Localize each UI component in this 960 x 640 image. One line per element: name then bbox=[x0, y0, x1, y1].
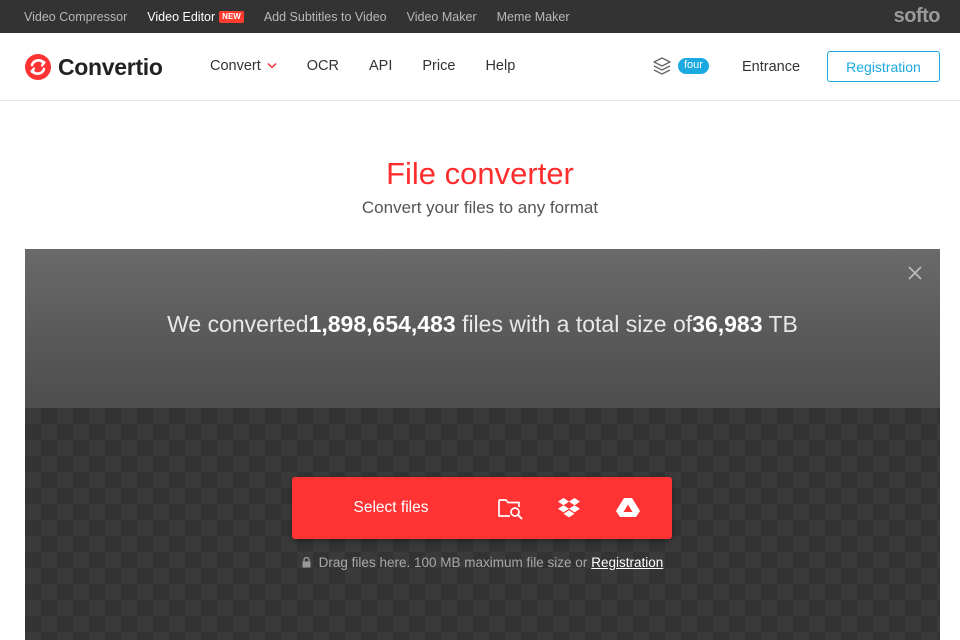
google-drive-icon[interactable] bbox=[615, 496, 641, 520]
total-size: 36,983 bbox=[692, 311, 763, 337]
folder-search-icon[interactable] bbox=[497, 496, 523, 520]
drag-note: Drag files here. 100 MB maximum file siz… bbox=[25, 555, 940, 570]
lock-icon bbox=[302, 557, 311, 568]
main-nav: Convert OCR API Price Help bbox=[210, 58, 545, 74]
converter-panel: We converted1,898,654,483 files with a t… bbox=[25, 249, 940, 640]
registration-link[interactable]: Registration bbox=[591, 555, 663, 570]
topbar-link-label: Video Editor bbox=[147, 9, 216, 24]
conversion-stats: We converted1,898,654,483 files with a t… bbox=[25, 311, 940, 338]
layers-icon[interactable] bbox=[652, 56, 672, 76]
registration-button[interactable]: Registration bbox=[827, 51, 940, 82]
nav-help[interactable]: Help bbox=[485, 58, 515, 74]
chevron-down-icon bbox=[267, 62, 277, 69]
dropbox-icon[interactable] bbox=[556, 496, 582, 520]
topbar-link-label: Add Subtitles to Video bbox=[263, 9, 387, 24]
logo-text: Convertio bbox=[58, 53, 163, 80]
nav-ocr[interactable]: OCR bbox=[307, 58, 339, 74]
convertio-logo-icon bbox=[25, 54, 51, 80]
page-subtitle: Convert your files to any format bbox=[361, 198, 599, 217]
close-icon[interactable] bbox=[907, 265, 923, 281]
topbar-link-label: Meme Maker bbox=[496, 9, 570, 24]
topbar-link-label: Video Compressor bbox=[24, 9, 128, 24]
size-unit: TB bbox=[762, 311, 798, 337]
softo-logo[interactable]: softo bbox=[894, 5, 941, 28]
softo-topbar: Video Compressor Video Editor NEW Add Sub… bbox=[0, 0, 960, 33]
select-files-bar: Select files bbox=[292, 477, 672, 539]
nav-label: Convert bbox=[210, 58, 261, 74]
topbar-link-video-compressor[interactable]: Video Compressor bbox=[24, 10, 127, 24]
files-count: 1,898,654,483 bbox=[308, 311, 456, 337]
nav-price[interactable]: Price bbox=[422, 58, 455, 74]
drag-note-text: Drag files here. 100 MB maximum file siz… bbox=[318, 555, 588, 570]
stats-prefix: We converted bbox=[167, 311, 309, 337]
layers-count-badge: four bbox=[678, 58, 709, 74]
convertio-logo[interactable]: Convertio bbox=[24, 53, 163, 81]
nav-convert[interactable]: Convert bbox=[210, 58, 277, 74]
topbar-link-label: Video Maker bbox=[406, 9, 477, 24]
site-header: Convertio Convert OCR API Price Help fou… bbox=[0, 33, 960, 101]
entrance-link[interactable]: Entrance bbox=[742, 59, 800, 75]
topbar-link-video-maker[interactable]: Video Maker bbox=[407, 10, 477, 24]
topbar-link-meme-maker[interactable]: Meme Maker bbox=[497, 10, 570, 24]
stats-middle: files with a total size of bbox=[455, 311, 693, 337]
new-badge: NEW bbox=[219, 10, 244, 23]
select-files-button[interactable]: Select files bbox=[292, 477, 490, 539]
topbar-link-add-subtitles[interactable]: Add Subtitles to Video bbox=[264, 10, 387, 24]
topbar-link-video-editor[interactable]: Video Editor NEW bbox=[147, 10, 244, 24]
nav-api[interactable]: API bbox=[369, 58, 392, 74]
page-title: File converter bbox=[386, 156, 574, 191]
